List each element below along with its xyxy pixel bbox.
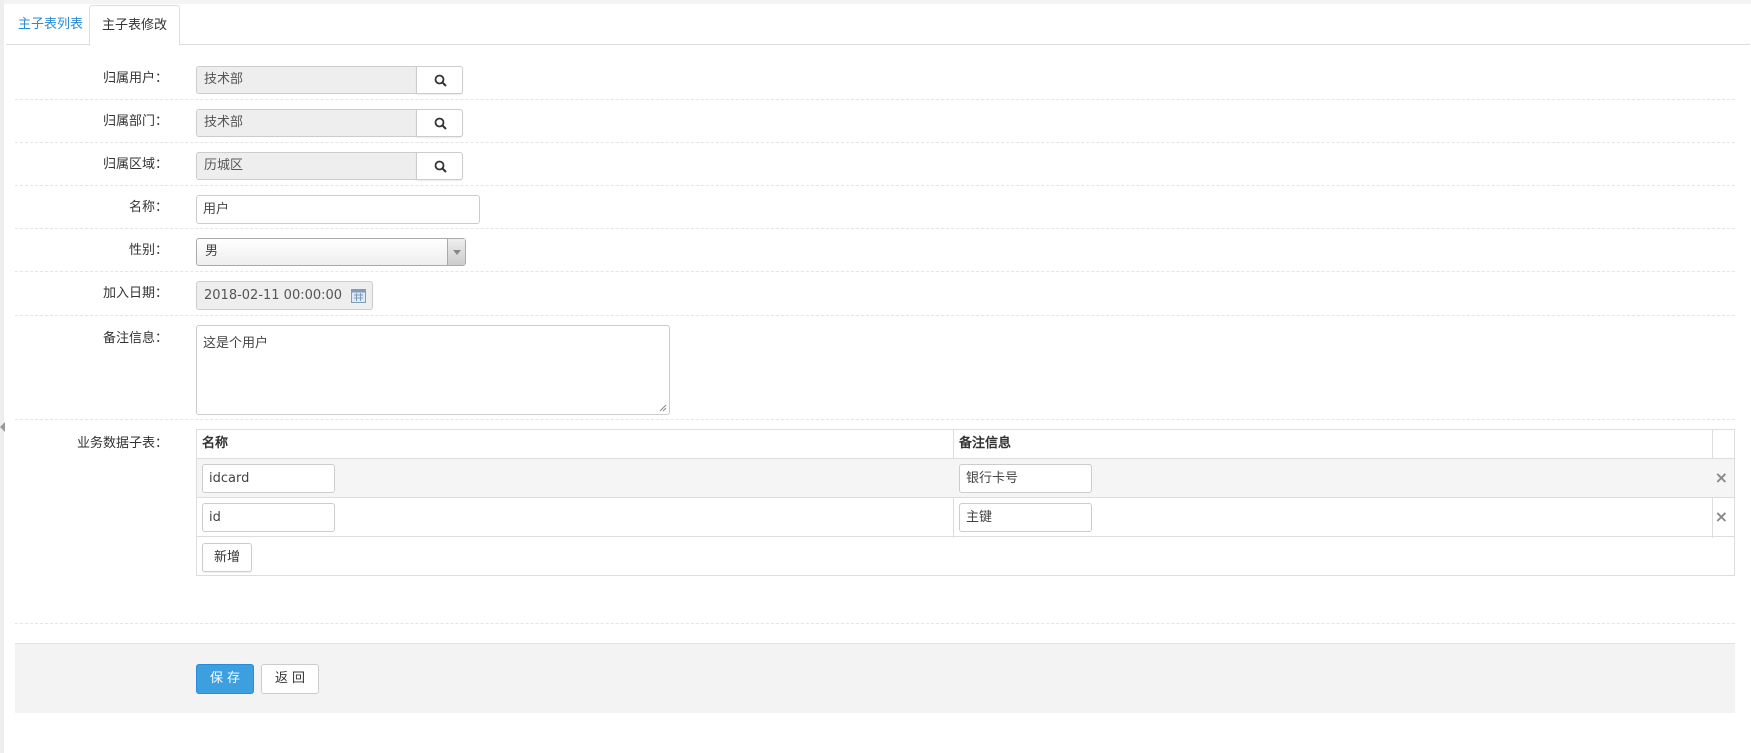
owner-dept-label: 归属部门：: [102, 114, 168, 129]
form-row-subtable: 业务数据子表： 名称 备注信息 idcard 银行卡号 × id 主键 × 新增: [15, 420, 1735, 624]
subtable-name-input[interactable]: id: [202, 503, 335, 532]
gender-selected-value: 男: [205, 244, 219, 259]
subtable-remark-input[interactable]: 主键: [959, 503, 1092, 532]
delete-icon[interactable]: ×: [1715, 468, 1728, 488]
form-actions: 保存 返回: [15, 643, 1735, 713]
resize-grip-icon[interactable]: [659, 404, 667, 412]
form-row-owner-user: 归属用户： 技术部: [15, 57, 1735, 100]
search-icon: [434, 74, 447, 87]
join-date-label: 加入日期：: [102, 286, 168, 301]
form-row-owner-area: 归属区域： 历城区: [15, 143, 1735, 186]
subtable-row: idcard 银行卡号 ×: [197, 459, 1734, 498]
calendar-icon[interactable]: [351, 289, 366, 303]
top-strip: [0, 0, 1751, 4]
subtable-row: id 主键 ×: [197, 498, 1734, 537]
subtable-column-name: 名称: [202, 436, 229, 451]
owner-area-label: 归属区域：: [102, 157, 168, 172]
form-row-owner-dept: 归属部门： 技术部: [15, 100, 1735, 143]
form-row-name: 名称： 用户: [15, 186, 1735, 229]
subtable-header: 名称 备注信息: [197, 430, 1734, 459]
subtable-name-input[interactable]: idcard: [202, 464, 335, 493]
sidebar-collapse-icon[interactable]: [0, 422, 5, 432]
owner-dept-search-button[interactable]: [416, 109, 463, 137]
back-button[interactable]: 返回: [261, 664, 319, 694]
subtable-remark-input[interactable]: 银行卡号: [959, 464, 1092, 493]
form-row-gender: 性别： 男: [15, 229, 1735, 272]
owner-area-search-button[interactable]: [416, 152, 463, 180]
owner-area-input[interactable]: 历城区: [196, 152, 416, 180]
search-icon: [434, 160, 447, 173]
gender-select[interactable]: 男: [196, 238, 466, 266]
gender-label: 性别：: [128, 243, 168, 258]
chevron-down-icon[interactable]: [447, 239, 465, 265]
owner-dept-input[interactable]: 技术部: [196, 109, 416, 137]
tab-list[interactable]: 主子表列表: [6, 5, 95, 45]
subtable-footer: 新增: [197, 537, 1734, 577]
subtable-column-remark: 备注信息: [959, 436, 1012, 451]
remarks-textarea[interactable]: 这是个用户: [196, 325, 670, 415]
subtable: 名称 备注信息 idcard 银行卡号 × id 主键 × 新增: [196, 429, 1735, 576]
remarks-value: 这是个用户: [203, 336, 269, 351]
add-row-button[interactable]: 新增: [202, 543, 253, 572]
owner-user-input[interactable]: 技术部: [196, 66, 416, 94]
form-row-remarks: 备注信息： 这是个用户: [15, 316, 1735, 420]
join-date-input[interactable]: 2018-02-11 00:00:00: [196, 281, 373, 310]
search-icon: [434, 117, 447, 130]
delete-icon[interactable]: ×: [1715, 507, 1728, 527]
subtable-label: 业务数据子表：: [76, 436, 168, 451]
save-button[interactable]: 保存: [196, 664, 254, 694]
tab-bar: 主子表列表 主子表修改: [6, 5, 1750, 46]
join-date-value: 2018-02-11 00:00:00: [204, 288, 343, 303]
remarks-label: 备注信息：: [102, 331, 168, 346]
name-label: 名称：: [128, 200, 168, 215]
form-row-join-date: 加入日期： 2018-02-11 00:00:00: [15, 272, 1735, 316]
owner-user-label: 归属用户：: [102, 71, 168, 86]
owner-user-search-button[interactable]: [416, 66, 463, 94]
name-input[interactable]: 用户: [196, 195, 480, 224]
tab-edit[interactable]: 主子表修改: [89, 5, 181, 46]
left-sidebar-strip: [0, 0, 4, 753]
